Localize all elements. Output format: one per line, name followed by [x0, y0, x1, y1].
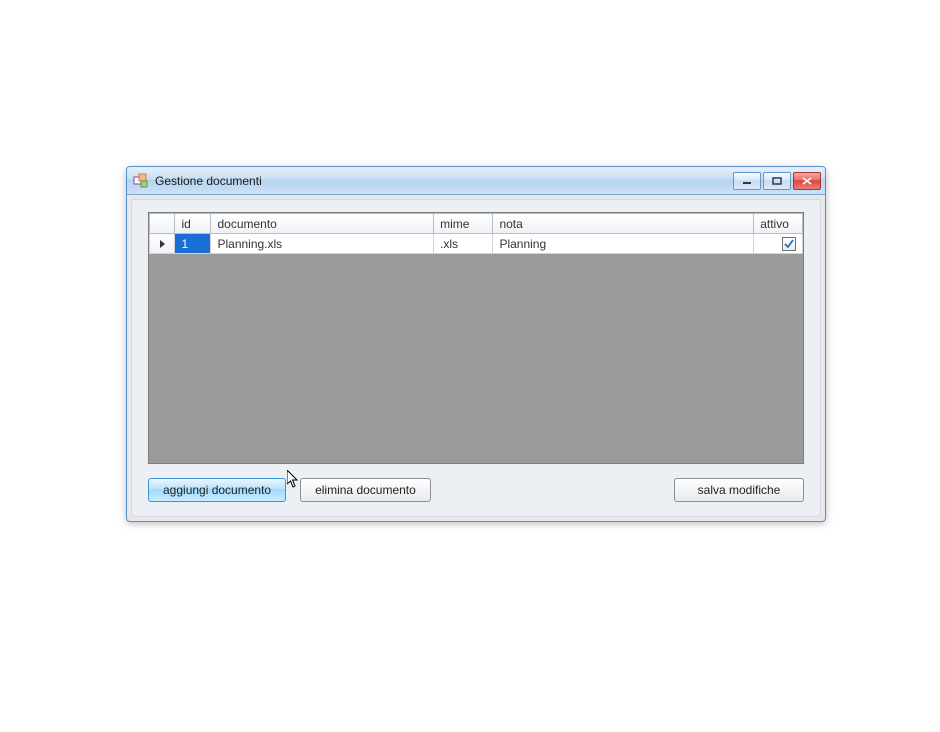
- cell-id[interactable]: 1: [175, 234, 211, 254]
- client-area: id documento mime nota attivo 1 Planning…: [131, 199, 821, 517]
- delete-document-button[interactable]: elimina documento: [300, 478, 431, 502]
- titlebar[interactable]: Gestione documenti: [127, 167, 825, 195]
- window-controls: [733, 172, 821, 190]
- window-title: Gestione documenti: [155, 174, 733, 188]
- table-row[interactable]: 1 Planning.xls .xls Planning: [150, 234, 803, 254]
- column-header-id[interactable]: id: [175, 214, 211, 234]
- current-row-icon: [160, 240, 165, 248]
- add-document-button[interactable]: aggiungi documento: [148, 478, 286, 502]
- app-icon: [133, 173, 149, 189]
- close-button[interactable]: [793, 172, 821, 190]
- button-row: aggiungi documento elimina documento sal…: [148, 478, 804, 502]
- app-window: Gestione documenti id documento m: [126, 166, 826, 522]
- column-header-mime[interactable]: mime: [434, 214, 493, 234]
- row-indicator[interactable]: [150, 234, 175, 254]
- cell-nota[interactable]: Planning: [493, 234, 754, 254]
- column-header-documento[interactable]: documento: [211, 214, 434, 234]
- documents-grid[interactable]: id documento mime nota attivo 1 Planning…: [148, 212, 804, 464]
- minimize-button[interactable]: [733, 172, 761, 190]
- cell-mime[interactable]: .xls: [434, 234, 493, 254]
- cell-documento[interactable]: Planning.xls: [211, 234, 434, 254]
- column-header-attivo[interactable]: attivo: [754, 214, 803, 234]
- save-changes-button[interactable]: salva modifiche: [674, 478, 804, 502]
- grid-corner-header[interactable]: [150, 214, 175, 234]
- grid-header-row: id documento mime nota attivo: [150, 214, 803, 234]
- cell-attivo[interactable]: [754, 234, 803, 254]
- maximize-button[interactable]: [763, 172, 791, 190]
- column-header-nota[interactable]: nota: [493, 214, 754, 234]
- attivo-checkbox[interactable]: [782, 237, 796, 251]
